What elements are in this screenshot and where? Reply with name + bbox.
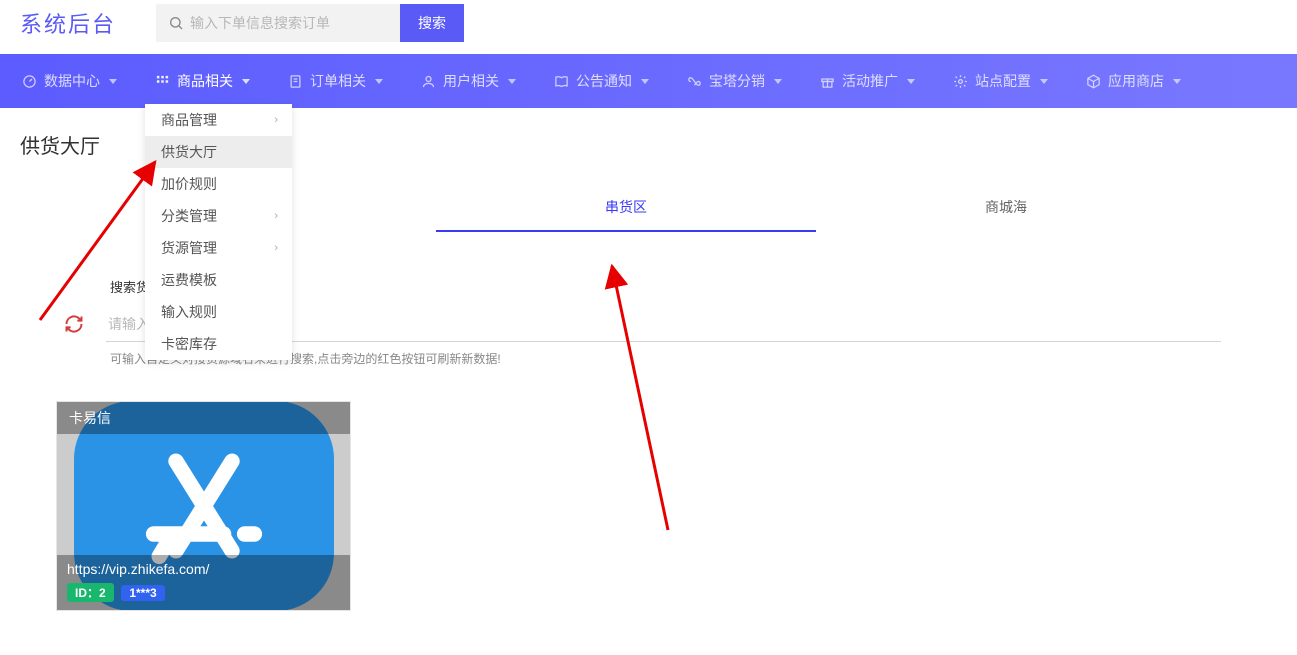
nav-label: 数据中心 xyxy=(44,71,100,91)
dropdown-item-card-stock[interactable]: 卡密库存 xyxy=(145,328,292,360)
card-badge-id: ID：2 xyxy=(67,583,114,602)
dropdown-item-source[interactable]: 货源管理 › xyxy=(145,232,292,264)
nav-orders[interactable]: 订单相关 xyxy=(288,71,383,91)
nav-appstore[interactable]: 应用商店 xyxy=(1086,71,1181,91)
nav-label: 宝塔分销 xyxy=(709,71,765,91)
tab-underline xyxy=(436,230,816,232)
dropdown-item-label: 加价规则 xyxy=(161,174,217,194)
card-title-bar: 卡易信 xyxy=(57,402,350,434)
tab-crossarea[interactable]: 串货区 xyxy=(436,197,816,231)
refresh-icon xyxy=(64,314,84,334)
nav-label: 商品相关 xyxy=(177,71,233,91)
dropdown-item-freight[interactable]: 运费模板 xyxy=(145,264,292,296)
dropdown-item-product-manage[interactable]: 商品管理 › xyxy=(145,104,292,136)
dropdown-item-label: 供货大厅 xyxy=(161,142,217,162)
nav-products[interactable]: 商品相关 xyxy=(155,71,250,91)
dropdown-item-label: 输入规则 xyxy=(161,302,217,322)
refresh-button[interactable] xyxy=(64,314,86,334)
dropdown-item-category[interactable]: 分类管理 › xyxy=(145,200,292,232)
chevron-down-icon xyxy=(109,79,117,84)
nav-label: 站点配置 xyxy=(975,71,1031,91)
dropdown-item-label: 运费模板 xyxy=(161,270,217,290)
card-badge-num: 1***3 xyxy=(121,585,164,601)
nav-data-center[interactable]: 数据中心 xyxy=(22,71,117,91)
grid-icon xyxy=(155,74,170,89)
card-url: https://vip.zhikefa.com/ xyxy=(67,561,340,577)
caret-right-icon: › xyxy=(274,242,278,254)
nav-label: 公告通知 xyxy=(576,71,632,91)
chevron-down-icon xyxy=(641,79,649,84)
nav-announce[interactable]: 公告通知 xyxy=(554,71,649,91)
dropdown-item-label: 货源管理 xyxy=(161,238,217,258)
app-title: 系统后台 xyxy=(20,7,116,39)
chevron-down-icon xyxy=(1173,79,1181,84)
cube-icon xyxy=(1086,74,1101,89)
nav-promo[interactable]: 活动推广 xyxy=(820,71,915,91)
dashboard-icon xyxy=(22,74,37,89)
caret-right-icon: › xyxy=(274,210,278,222)
global-search-button[interactable]: 搜索 xyxy=(400,4,464,42)
infinity-icon xyxy=(687,74,702,89)
nav-label: 活动推广 xyxy=(842,71,898,91)
tab-label: 串货区 xyxy=(605,199,647,215)
tab-bar: 串货区 商城海 xyxy=(436,197,1196,231)
order-icon xyxy=(288,74,303,89)
card-footer: https://vip.zhikefa.com/ ID：2 1***3 xyxy=(57,555,350,610)
chevron-down-icon xyxy=(774,79,782,84)
dropdown-item-supply-hall[interactable]: 供货大厅 xyxy=(145,136,292,168)
caret-right-icon: › xyxy=(274,114,278,126)
nav-users[interactable]: 用户相关 xyxy=(421,71,516,91)
nav-site-config[interactable]: 站点配置 xyxy=(953,71,1048,91)
gear-icon xyxy=(953,74,968,89)
global-search: 搜索 xyxy=(156,4,464,42)
tab-mallsea[interactable]: 商城海 xyxy=(816,197,1196,231)
card-title: 卡易信 xyxy=(69,408,111,428)
dropdown-item-label: 商品管理 xyxy=(161,110,217,130)
user-icon xyxy=(421,74,436,89)
dropdown-item-input-rule[interactable]: 输入规则 xyxy=(145,296,292,328)
nav-label: 订单相关 xyxy=(310,71,366,91)
book-icon xyxy=(554,74,569,89)
gift-icon xyxy=(820,74,835,89)
main-nav: 数据中心 商品相关 订单相关 用户相关 公告通知 宝塔分销 活动推广 站点配置 xyxy=(0,54,1297,108)
tab-label: 商城海 xyxy=(985,199,1027,215)
header: 系统后台 搜索 xyxy=(0,0,1297,54)
chevron-down-icon xyxy=(1040,79,1048,84)
search-icon xyxy=(156,15,190,31)
chevron-down-icon xyxy=(508,79,516,84)
global-search-input[interactable] xyxy=(190,4,400,42)
chevron-down-icon xyxy=(907,79,915,84)
nav-label: 应用商店 xyxy=(1108,71,1164,91)
nav-label: 用户相关 xyxy=(443,71,499,91)
dropdown-item-label: 卡密库存 xyxy=(161,334,217,354)
chevron-down-icon xyxy=(242,79,250,84)
dropdown-item-label: 分类管理 xyxy=(161,206,217,226)
nav-baota[interactable]: 宝塔分销 xyxy=(687,71,782,91)
chevron-down-icon xyxy=(375,79,383,84)
supplier-card[interactable]: 卡易信 https://vip.zhikefa.com/ ID：2 1***3 xyxy=(56,401,351,611)
products-dropdown: 商品管理 › 供货大厅 加价规则 分类管理 › 货源管理 › 运费模板 输入规则… xyxy=(145,104,292,360)
dropdown-item-markup-rule[interactable]: 加价规则 xyxy=(145,168,292,200)
